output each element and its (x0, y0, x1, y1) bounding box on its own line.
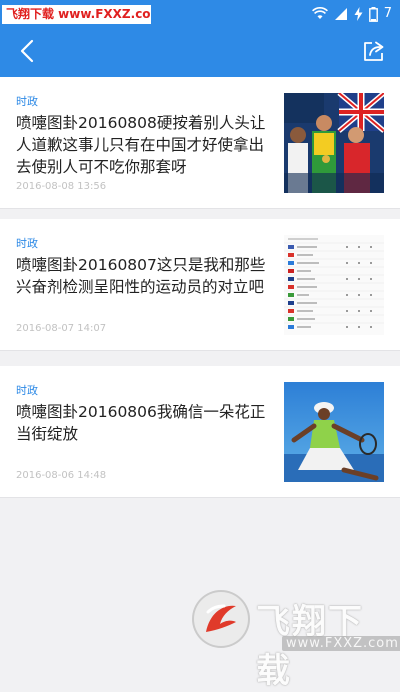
logo-site: www.FXXZ.com (282, 636, 400, 651)
article-category: 时政 (16, 95, 38, 108)
tennis-photo-image (284, 382, 384, 482)
article-title[interactable]: 喷嚏图卦20160806我确信一朵花正当街绽放 (16, 401, 278, 445)
article-title[interactable]: 喷嚏图卦20160808硬按着别人头让人道歉这事儿只有在中国才好使拿出去使别人可… (16, 112, 278, 178)
signal-icon (334, 7, 348, 21)
app-header: 飞翔下载 www.FXXZ.com 7 (0, 0, 400, 77)
logo-badge-icon (192, 590, 250, 648)
article-thumbnail[interactable] (284, 382, 384, 482)
share-icon (363, 40, 385, 66)
status-bar: 飞翔下载 www.FXXZ.com 7 (0, 0, 400, 28)
article-thumbnail[interactable] (284, 235, 384, 335)
article-time: 2016-08-06 14:48 (16, 470, 107, 481)
article-title[interactable]: 喷嚏图卦20160807这只是我和那些兴奋剂检测呈阳性的运动员的对立吧 (16, 254, 278, 298)
article-card[interactable]: 时政 喷嚏图卦20160806我确信一朵花正当街绽放 2016-08-06 14… (0, 366, 400, 498)
podium-photo-image (284, 93, 384, 193)
battery-icon (368, 6, 378, 22)
article-card[interactable]: 时政 喷嚏图卦20160807这只是我和那些兴奋剂检测呈阳性的运动员的对立吧 2… (0, 219, 400, 351)
status-icons: 7 (311, 3, 392, 25)
article-time: 2016-08-07 14:07 (16, 323, 107, 334)
article-category: 时政 (16, 237, 38, 250)
wifi-icon (311, 7, 328, 21)
article-time: 2016-08-08 13:56 (16, 181, 107, 192)
chevron-left-icon (20, 39, 34, 67)
article-card[interactable]: 时政 喷嚏图卦20160808硬按着别人头让人道歉这事儿只有在中国才好使拿出去使… (0, 77, 400, 209)
article-category: 时政 (16, 384, 38, 397)
article-thumbnail[interactable] (284, 93, 384, 193)
share-button[interactable] (360, 38, 388, 68)
back-button[interactable] (12, 36, 42, 70)
charging-icon (354, 7, 363, 21)
watermark-text: 飞翔下载 www.FXXZ.com (2, 5, 151, 24)
battery-level: 7 (383, 6, 392, 21)
medal-table-image (284, 235, 384, 335)
site-logo-watermark: 飞翔下载 www.FXXZ.com (190, 588, 400, 691)
